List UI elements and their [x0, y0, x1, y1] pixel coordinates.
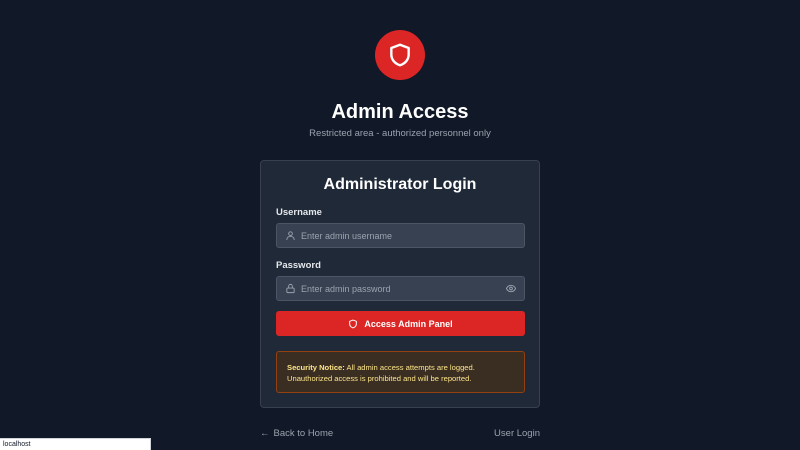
username-label: Username	[276, 207, 322, 218]
eye-icon[interactable]	[505, 283, 517, 294]
page-subtitle: Restricted area - authorized personnel o…	[309, 128, 491, 139]
shield-icon	[348, 319, 358, 329]
security-notice-heading: Security Notice:	[287, 363, 345, 372]
logo-badge	[375, 30, 425, 80]
password-label: Password	[276, 260, 321, 271]
security-notice: Security Notice: All admin access attemp…	[276, 351, 525, 393]
back-to-home-label: Back to Home	[273, 428, 334, 439]
login-card-title: Administrator Login	[323, 176, 477, 193]
user-icon	[285, 230, 296, 241]
user-login-link[interactable]: User Login	[494, 428, 540, 440]
arrow-left-icon: ←	[260, 428, 270, 439]
login-card: Administrator Login Username Password	[260, 160, 540, 408]
shield-icon	[390, 43, 410, 67]
access-admin-panel-button[interactable]: Access Admin Panel	[276, 311, 525, 336]
page-title: Admin Access	[331, 101, 469, 123]
lock-icon	[285, 283, 296, 294]
access-admin-panel-label: Access Admin Panel	[364, 318, 453, 329]
password-input[interactable]	[301, 277, 501, 300]
username-field	[276, 223, 525, 248]
status-bar-url: localhost	[0, 438, 151, 450]
password-field	[276, 276, 525, 301]
back-to-home-link[interactable]: ← Back to Home	[260, 428, 333, 440]
username-input[interactable]	[301, 224, 501, 247]
